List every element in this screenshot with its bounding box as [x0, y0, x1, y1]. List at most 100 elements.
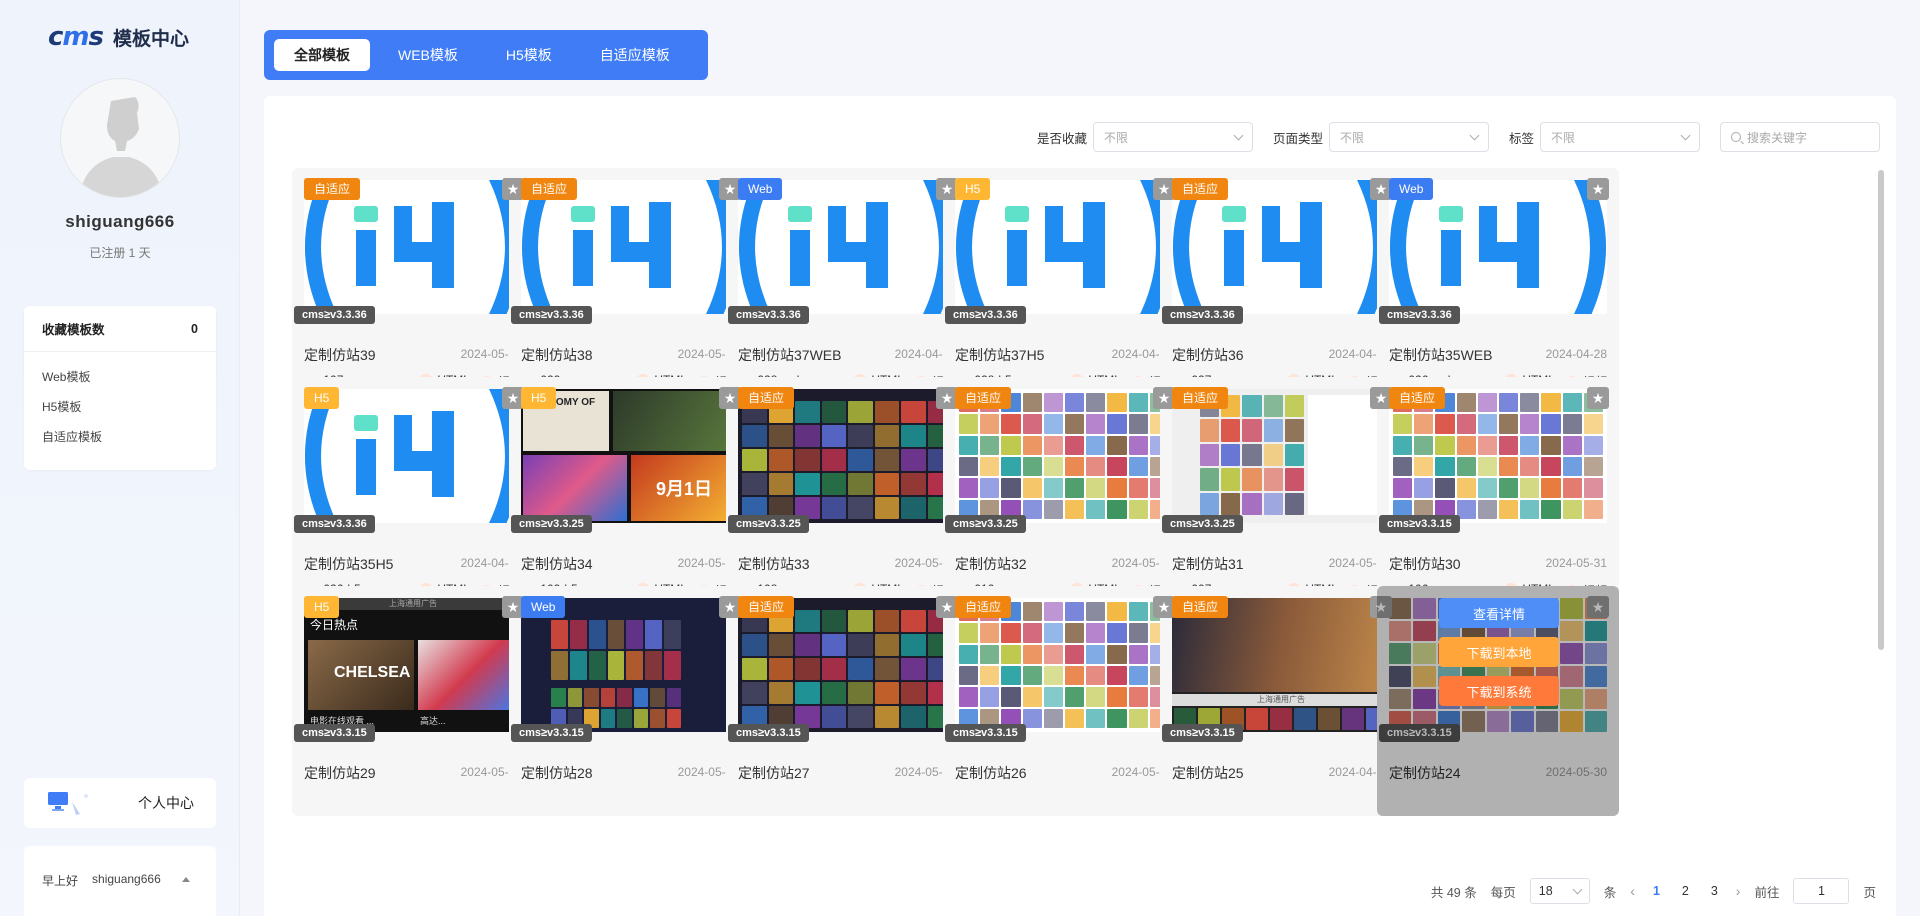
- template-thumbnail[interactable]: [955, 389, 1173, 523]
- app-logo[interactable]: cms 模板中心: [48, 22, 189, 52]
- template-thumbnail[interactable]: [304, 180, 522, 314]
- template-thumbnail[interactable]: [738, 389, 956, 523]
- template-card[interactable]: ★ cms≥v3.3.15 定制仿站24 2024-05-30 查看详情 下载到本地 下载到…: [1377, 586, 1619, 816]
- template-title[interactable]: 定制仿站35WEB: [1389, 345, 1492, 365]
- template-title[interactable]: 定制仿站27: [738, 763, 810, 783]
- poster-tile: [1242, 443, 1262, 467]
- template-thumbnail[interactable]: [304, 389, 522, 523]
- template-title[interactable]: 定制仿站34: [521, 554, 593, 574]
- template-type-badge: H5: [955, 178, 991, 200]
- poster-tile: [1043, 644, 1063, 664]
- fav-filter-select[interactable]: 不限: [1092, 122, 1253, 152]
- favorite-star-icon[interactable]: ★: [1587, 387, 1609, 409]
- template-title[interactable]: 定制仿站38: [521, 345, 593, 365]
- template-title[interactable]: 定制仿站35H5: [304, 554, 393, 574]
- template-thumbnail[interactable]: 上海通用广告: [1172, 598, 1390, 732]
- template-card[interactable]: 上海通用广告 自适应 ★ cms≥v3.3.15 定制仿站25 2024-04-28: [1160, 586, 1402, 816]
- template-title[interactable]: 定制仿站26: [955, 763, 1027, 783]
- template-card[interactable]: 自适应★cms≥v3.3.25定制仿站332024-05-31seo108#HT…: [726, 377, 968, 607]
- next-page-icon[interactable]: ›: [1736, 883, 1741, 899]
- user-menu[interactable]: 早上好 shiguang666: [24, 846, 216, 916]
- template-thumbnail[interactable]: ANATOMY OF 9月1日: [521, 389, 739, 523]
- template-screenshot-thumbnail: 上海通用广告: [1172, 598, 1390, 732]
- template-title[interactable]: 定制仿站39: [304, 345, 376, 365]
- template-title[interactable]: 定制仿站37H5: [955, 345, 1044, 365]
- tab-h5[interactable]: H5模板: [486, 39, 572, 71]
- template-thumbnail[interactable]: [1389, 389, 1607, 523]
- template-title[interactable]: 定制仿站33: [738, 554, 810, 574]
- template-card[interactable]: H5★cms≥v3.3.36定制仿站37H52024-04-28seo028-h…: [943, 168, 1185, 398]
- template-card[interactable]: 上海通用广告 今日热点 CHELSEA 电影在线观看 ... 高达... H5 ★ cms≥v…: [292, 586, 534, 816]
- template-thumbnail[interactable]: [955, 598, 1173, 732]
- template-title[interactable]: 定制仿站29: [304, 763, 376, 783]
- template-title[interactable]: 定制仿站30: [1389, 554, 1461, 574]
- template-title[interactable]: 定制仿站28: [521, 763, 593, 783]
- personal-center-button[interactable]: 个人中心: [24, 778, 216, 828]
- ad-banner-text: 上海通用广告: [389, 599, 437, 608]
- version-requirement: cms≥v3.3.25: [511, 515, 592, 533]
- template-card[interactable]: Web ★ cms≥v3.3.15 定制仿站28 2024-05-30: [509, 586, 751, 816]
- template-card[interactable]: 自适应 ★ cms≥v3.3.15 定制仿站26 2024-05-30: [943, 586, 1185, 816]
- grid-scrollbar[interactable]: [1878, 170, 1884, 650]
- template-thumbnail[interactable]: [955, 180, 1173, 314]
- template-card[interactable]: 自适应★cms≥v3.3.36定制仿站382024-05-29seo029#HT…: [509, 168, 751, 398]
- template-thumbnail[interactable]: 上海通用广告 今日热点 CHELSEA 电影在线观看 ... 高达...: [304, 598, 522, 732]
- template-card[interactable]: 自适应★cms≥v3.3.25定制仿站322024-05-29seo010#HT…: [943, 377, 1185, 607]
- pagination: 共 49 条 每页 18 条 ‹ 1 2 3 › 前往 1 页: [1431, 878, 1876, 904]
- page-2[interactable]: 2: [1678, 884, 1693, 898]
- poster-tile: [1043, 435, 1063, 455]
- poster-block: [523, 455, 627, 521]
- page-1[interactable]: 1: [1649, 884, 1664, 898]
- template-thumbnail[interactable]: [1389, 180, 1607, 314]
- download-system-button[interactable]: 下载到系统: [1439, 676, 1559, 706]
- template-thumbnail[interactable]: [521, 180, 739, 314]
- poster-tile: [1086, 478, 1106, 498]
- template-card[interactable]: Web★cms≥v3.3.36定制仿站37WEB2024-04-28seo028…: [726, 168, 968, 398]
- template-thumbnail[interactable]: [738, 598, 956, 732]
- fav-item-h5[interactable]: H5模板: [42, 392, 198, 422]
- template-thumbnail[interactable]: [1172, 180, 1390, 314]
- template-card[interactable]: 自适应 ★ cms≥v3.3.15 定制仿站27 2024-05-30: [726, 586, 968, 816]
- tab-web[interactable]: WEB模板: [378, 39, 478, 71]
- tag-filter-select[interactable]: 不限: [1540, 122, 1700, 152]
- poster-tile: [742, 473, 767, 495]
- template-title[interactable]: 定制仿站37WEB: [738, 345, 841, 365]
- favorite-star-icon[interactable]: ★: [1587, 178, 1609, 200]
- page-3[interactable]: 3: [1707, 884, 1722, 898]
- type-filter-select[interactable]: 不限: [1328, 122, 1489, 152]
- poster-tile: [768, 473, 793, 495]
- poster-tile: [1393, 457, 1413, 477]
- template-card[interactable]: 自适应★cms≥v3.3.36定制仿站392024-05-06seo107#HT…: [292, 168, 534, 398]
- template-title[interactable]: 定制仿站25: [1172, 763, 1244, 783]
- template-card[interactable]: ANATOMY OF 9月1日 H5 ★ cms≥v3.3.25 定制仿站34 2024-0…: [509, 377, 751, 607]
- fav-item-adaptive[interactable]: 自适应模板: [42, 422, 198, 452]
- poster-tile: [607, 620, 625, 649]
- template-card[interactable]: 自适应★cms≥v3.3.15定制仿站302024-05-31seo106#HT…: [1377, 377, 1619, 607]
- goto-page-input[interactable]: 1: [1793, 878, 1850, 904]
- fav-item-web[interactable]: Web模板: [42, 362, 198, 392]
- tab-all[interactable]: 全部模板: [274, 39, 370, 71]
- tab-adaptive[interactable]: 自适应模板: [580, 39, 690, 71]
- poster-tile: [1128, 687, 1148, 707]
- template-thumbnail[interactable]: [738, 180, 956, 314]
- template-type-badge: H5: [521, 387, 557, 409]
- template-title[interactable]: 定制仿站36: [1172, 345, 1244, 365]
- poster-tile: [901, 658, 926, 680]
- template-card[interactable]: 自适应★cms≥v3.3.36定制仿站362024-04-28seo027#HT…: [1160, 168, 1402, 398]
- poster-tile: [1541, 457, 1561, 477]
- prev-page-icon[interactable]: ‹: [1630, 883, 1635, 899]
- poster-tile: [1263, 443, 1283, 467]
- view-details-button[interactable]: 查看详情: [1439, 598, 1559, 628]
- template-thumbnail[interactable]: [1172, 389, 1390, 523]
- template-thumbnail[interactable]: [521, 598, 739, 732]
- template-card[interactable]: Web★cms≥v3.3.36定制仿站35WEB2024-04-28seo026…: [1377, 168, 1619, 398]
- download-local-button[interactable]: 下载到本地: [1439, 637, 1559, 667]
- template-card[interactable]: 自适应★cms≥v3.3.25定制仿站312024-05-29seo007#HT…: [1160, 377, 1402, 607]
- page-size-select[interactable]: 18: [1529, 878, 1590, 904]
- template-title[interactable]: 定制仿站31: [1172, 554, 1244, 574]
- template-title[interactable]: 定制仿站32: [955, 554, 1027, 574]
- poster-tile: [588, 620, 606, 649]
- search-input[interactable]: 搜索关键字: [1720, 122, 1880, 152]
- avatar[interactable]: [60, 78, 180, 198]
- template-card[interactable]: H5★cms≥v3.3.36定制仿站35H52024-04-28seo026-h…: [292, 377, 534, 607]
